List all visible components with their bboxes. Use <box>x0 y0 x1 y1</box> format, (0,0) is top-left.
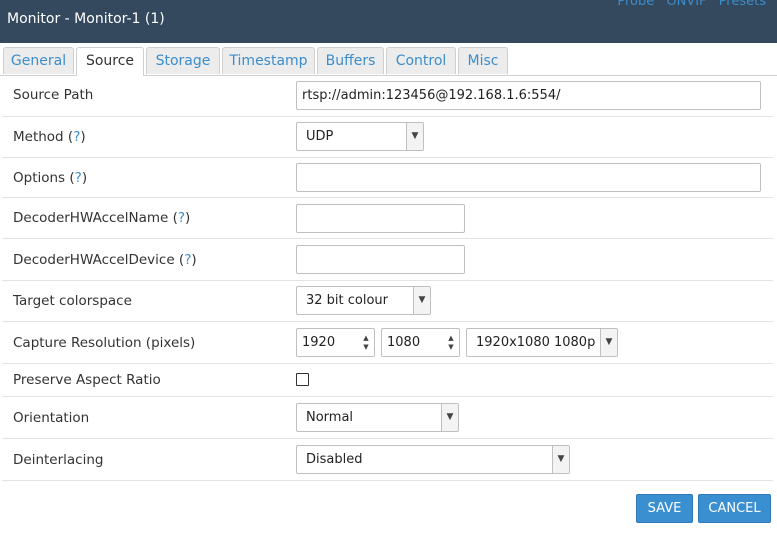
orientation-select[interactable]: Normal ▼ <box>296 403 459 432</box>
row-options: Options (?) <box>2 158 773 198</box>
chevron-down-icon: ▼ <box>413 287 430 314</box>
row-orientation: Orientation Normal ▼ <box>2 397 773 439</box>
colorspace-select[interactable]: 32 bit colour ▼ <box>296 286 431 315</box>
decoder-name-help-link[interactable]: ? <box>178 210 185 226</box>
decoder-device-help-link[interactable]: ? <box>184 252 191 268</box>
method-select[interactable]: UDP ▼ <box>296 122 424 151</box>
deinterlacing-label: Deinterlacing <box>13 452 104 468</box>
options-help-link[interactable]: ? <box>75 170 82 186</box>
resolution-width-value: 1920 <box>302 335 336 350</box>
tab-timestamp[interactable]: Timestamp <box>222 47 315 74</box>
presets-link[interactable]: Presets <box>719 0 766 9</box>
decoder-device-label-text: DecoderHWAccelDevice <box>13 252 175 268</box>
window-title: Monitor - Monitor-1 (1) <box>7 11 165 27</box>
row-deinterlacing: Deinterlacing Disabled ▼ <box>2 439 773 481</box>
options-label-text: Options <box>13 170 66 186</box>
source-path-label: Source Path <box>13 87 94 103</box>
tab-misc[interactable]: Misc <box>458 47 508 74</box>
decoder-device-label: DecoderHWAccelDevice (?) <box>13 252 197 268</box>
resolution-width-stepper[interactable]: 1920 ▲ ▼ <box>296 328 375 357</box>
row-colorspace: Target colorspace 32 bit colour ▼ <box>2 281 773 322</box>
spinner-arrows-icon[interactable]: ▲ ▼ <box>443 329 459 356</box>
orientation-label: Orientation <box>13 410 90 426</box>
header-links: Probe ONVIF Presets <box>609 0 766 9</box>
method-label-text: Method <box>13 129 64 145</box>
resolution-height-value: 1080 <box>387 335 421 350</box>
row-method: Method (?) UDP ▼ <box>2 117 773 158</box>
row-resolution: Capture Resolution (pixels) 1920 ▲ ▼ 1080… <box>2 322 773 364</box>
chevron-down-icon: ▼ <box>552 446 569 473</box>
cancel-button[interactable]: CANCEL <box>698 494 771 523</box>
resolution-preset-value: 1920x1080 1080p <box>476 335 596 350</box>
options-label: Options (?) <box>13 170 88 186</box>
decoder-name-label: DecoderHWAccelName (?) <box>13 210 191 226</box>
source-path-input[interactable]: rtsp://admin:123456@192.168.1.6:554/ <box>296 81 761 110</box>
tab-control[interactable]: Control <box>386 47 456 74</box>
row-aspect: Preserve Aspect Ratio <box>2 364 773 397</box>
orientation-select-value: Normal <box>306 410 354 425</box>
tab-buffers[interactable]: Buffers <box>317 47 384 74</box>
row-source-path: Source Path rtsp://admin:123456@192.168.… <box>2 75 773 117</box>
options-input[interactable] <box>296 163 761 192</box>
tab-bar: General Source Storage Timestamp Buffers… <box>0 43 777 76</box>
resolution-height-stepper[interactable]: 1080 ▲ ▼ <box>381 328 460 357</box>
method-label: Method (?) <box>13 129 86 145</box>
onvif-link[interactable]: ONVIF <box>666 0 706 9</box>
decoder-name-input[interactable] <box>296 204 465 233</box>
tab-source[interactable]: Source <box>76 47 144 76</box>
row-decoder-name: DecoderHWAccelName (?) <box>2 198 773 239</box>
decoder-name-label-text: DecoderHWAccelName <box>13 210 169 226</box>
aspect-label: Preserve Aspect Ratio <box>13 372 161 388</box>
save-button[interactable]: SAVE <box>636 494 693 523</box>
colorspace-select-value: 32 bit colour <box>306 293 389 308</box>
row-decoder-device: DecoderHWAccelDevice (?) <box>2 239 773 281</box>
chevron-down-icon: ▼ <box>600 329 617 356</box>
method-help-link[interactable]: ? <box>73 129 80 145</box>
deinterlacing-select[interactable]: Disabled ▼ <box>296 445 570 474</box>
decoder-device-input[interactable] <box>296 245 465 274</box>
colorspace-label: Target colorspace <box>13 293 132 309</box>
resolution-preset-select[interactable]: 1920x1080 1080p ▼ <box>466 328 618 357</box>
method-select-value: UDP <box>306 129 334 144</box>
title-bar: Monitor - Monitor-1 (1) Probe ONVIF Pres… <box>0 0 777 43</box>
spinner-arrows-icon[interactable]: ▲ ▼ <box>358 329 374 356</box>
tab-storage[interactable]: Storage <box>146 47 220 74</box>
preserve-aspect-checkbox[interactable] <box>296 373 309 386</box>
chevron-down-icon: ▼ <box>441 404 458 431</box>
chevron-down-icon: ▼ <box>406 123 423 150</box>
tab-general[interactable]: General <box>3 47 74 74</box>
resolution-label: Capture Resolution (pixels) <box>13 335 196 351</box>
probe-link[interactable]: Probe <box>617 0 654 9</box>
deinterlacing-select-value: Disabled <box>306 452 363 467</box>
